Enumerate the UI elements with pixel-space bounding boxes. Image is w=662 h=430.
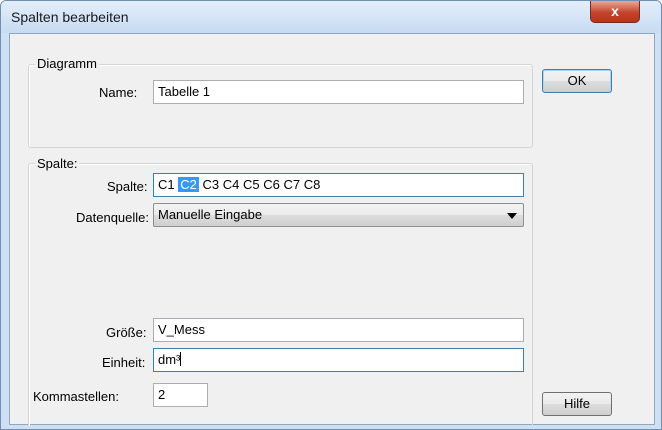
column-c6[interactable]: C6 xyxy=(263,177,280,192)
hilfe-button[interactable]: Hilfe xyxy=(542,392,612,416)
column-c1[interactable]: C1 xyxy=(158,177,175,192)
diagramm-group: Diagramm Name: Tabelle 1 xyxy=(28,56,533,148)
einheit-label: Einheit: xyxy=(102,355,146,370)
text-caret xyxy=(180,352,182,366)
spalte-group: Spalte: Spalte: C1 C2 C3 C4 C5 C6 C7 C8 … xyxy=(28,156,533,426)
column-c7[interactable]: C7 xyxy=(284,177,301,192)
title-bar[interactable]: Spalten bearbeiten x xyxy=(1,1,661,33)
spalte-column-selector[interactable]: C1 C2 C3 C4 C5 C6 C7 C8 xyxy=(153,173,524,197)
groesse-input[interactable]: V_Mess xyxy=(153,318,524,342)
diagramm-legend: Diagramm xyxy=(35,56,99,71)
kommastellen-label: Kommastellen: xyxy=(33,389,119,404)
close-button[interactable]: x xyxy=(590,1,640,23)
datenquelle-select[interactable]: Manuelle Eingabe xyxy=(153,203,524,227)
groesse-label: Größe: xyxy=(106,325,147,340)
column-c3[interactable]: C3 xyxy=(203,177,220,192)
column-c8[interactable]: C8 xyxy=(304,177,321,192)
kommastellen-input[interactable]: 2 xyxy=(153,383,208,407)
close-icon: x xyxy=(611,3,619,19)
dialog-window: Spalten bearbeiten x Diagramm Name: Tabe… xyxy=(0,0,662,430)
window-title: Spalten bearbeiten xyxy=(11,9,129,25)
spalte-label: Spalte: xyxy=(107,179,148,194)
datenquelle-label: Datenquelle: xyxy=(76,210,149,225)
column-c5[interactable]: C5 xyxy=(243,177,260,192)
dialog-client-area: Diagramm Name: Tabelle 1 Spalte: Spalte:… xyxy=(9,33,655,426)
einheit-value: dm³ xyxy=(158,352,181,367)
column-c2-selected[interactable]: C2 xyxy=(178,177,199,192)
column-c4[interactable]: C4 xyxy=(223,177,240,192)
spalte-legend: Spalte: xyxy=(35,156,80,171)
datenquelle-value: Manuelle Eingabe xyxy=(158,207,263,222)
ok-button[interactable]: OK xyxy=(542,69,612,93)
name-input[interactable]: Tabelle 1 xyxy=(153,80,524,104)
einheit-input[interactable]: dm³ xyxy=(153,348,524,372)
chevron-down-icon xyxy=(507,213,517,219)
name-label: Name: xyxy=(99,85,138,100)
